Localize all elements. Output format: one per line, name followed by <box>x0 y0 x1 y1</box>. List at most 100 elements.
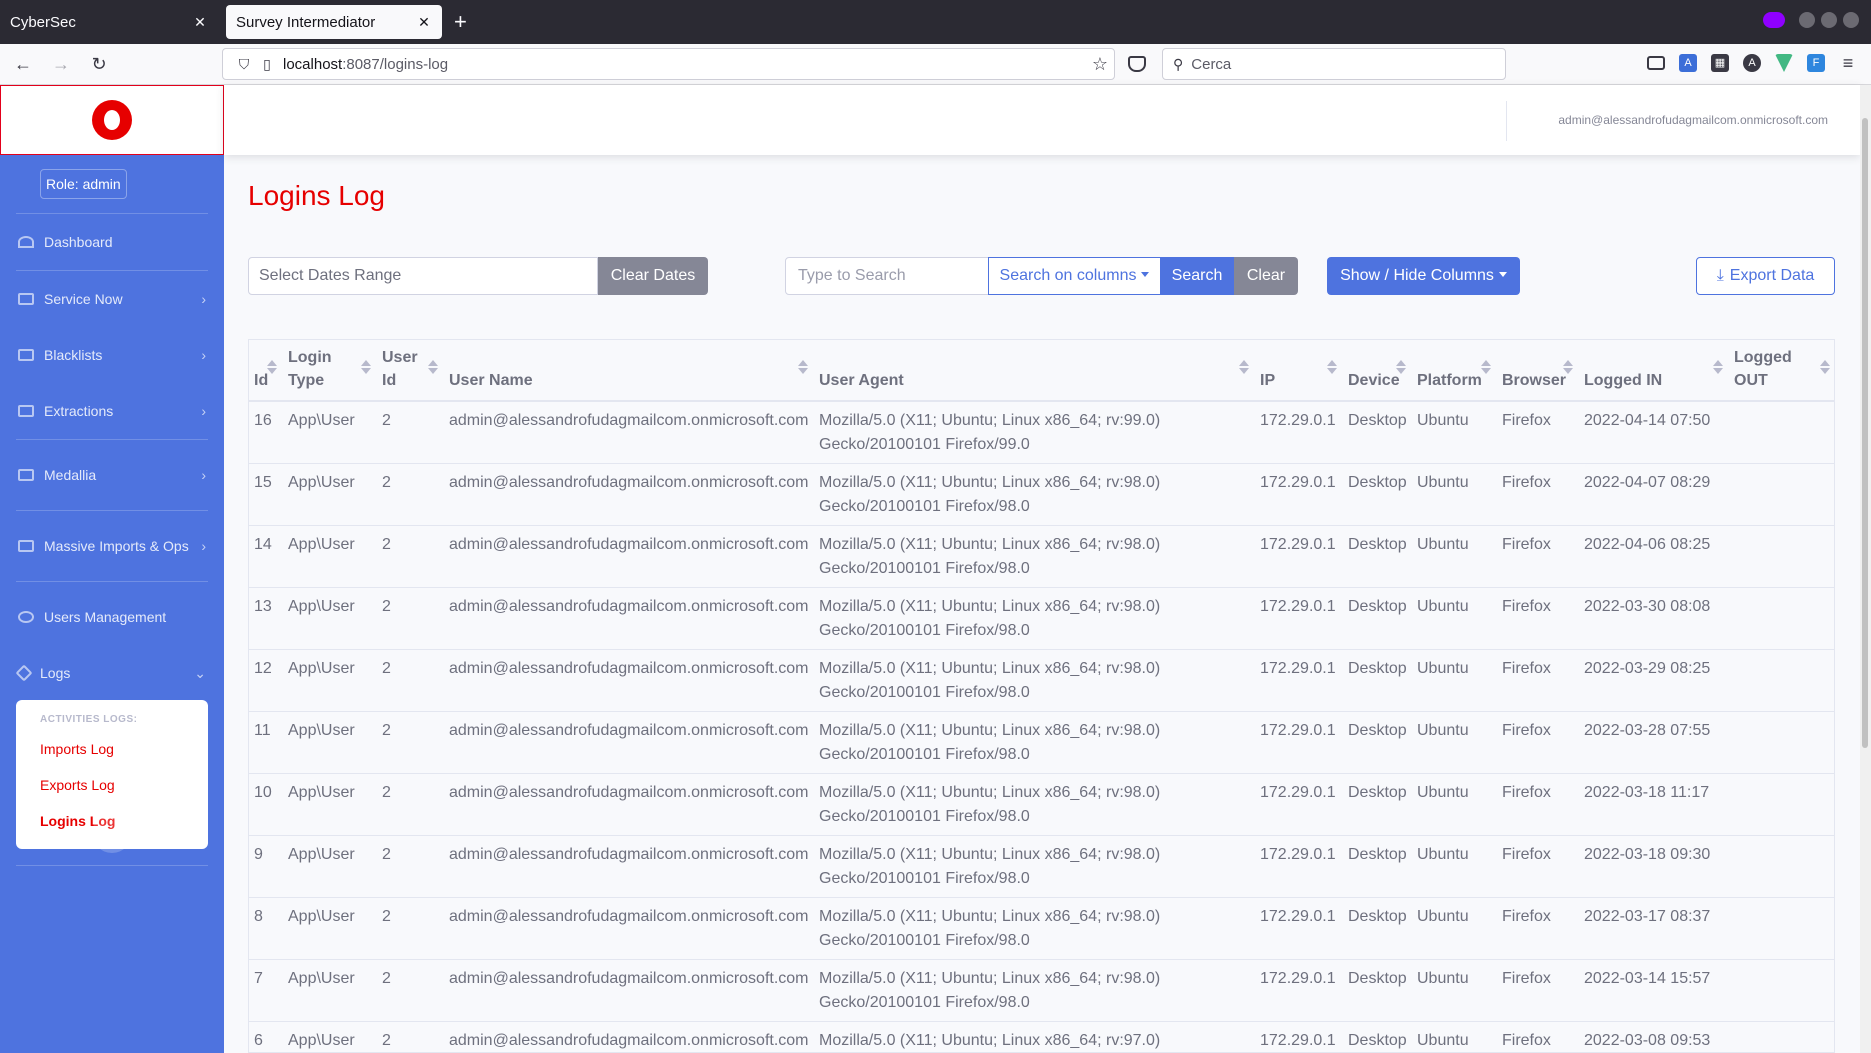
extension-f-icon[interactable]: F <box>1807 54 1825 72</box>
cell-user-id: 2 <box>377 773 444 836</box>
column-header-ip[interactable]: IP <box>1255 340 1343 402</box>
submenu-item-imports-log[interactable]: Imports Log <box>16 731 208 767</box>
clear-button[interactable]: Clear <box>1234 257 1298 295</box>
column-header-user-name[interactable]: User Name <box>444 340 814 402</box>
cell-logged-out <box>1729 897 1834 960</box>
table-row[interactable]: 7 App\User 2 admin@alessandrofudagmailcom.o… <box>249 959 1834 1022</box>
cell-browser: Firefox <box>1497 711 1579 774</box>
sidebar-item-label: Extractions <box>44 403 114 419</box>
close-window-button[interactable] <box>1843 12 1859 28</box>
column-header-browser[interactable]: Browser <box>1497 340 1579 402</box>
table-row[interactable]: 15 App\User 2 admin@alessandrofudagmailcom.… <box>249 463 1834 526</box>
cell-device: Desktop <box>1343 463 1412 526</box>
close-icon[interactable]: ✕ <box>192 14 208 31</box>
cell-user-agent: Mozilla/5.0 (X11; Ubuntu; Linux x86_64; … <box>814 587 1255 650</box>
cell-user-name: admin@alessandrofudagmailcom.onmicrosoft… <box>444 525 814 588</box>
url-bar[interactable]: ⛉ ▯ localhost:8087/logins-log ☆ <box>222 48 1115 80</box>
table-icon <box>18 405 34 417</box>
cell-browser: Firefox <box>1497 401 1579 464</box>
bookmark-star-icon[interactable]: ☆ <box>1092 54 1108 75</box>
sidebar-toggle-button[interactable]: ‹ <box>92 813 132 853</box>
column-header-user-agent[interactable]: User Agent <box>814 340 1255 402</box>
column-header-label: User Name <box>449 372 533 389</box>
submenu-item-exports-log[interactable]: Exports Log <box>16 767 208 803</box>
chevron-down-icon: ⌄ <box>194 664 206 681</box>
column-header-platform[interactable]: Platform <box>1412 340 1497 402</box>
brand-logo[interactable] <box>0 85 224 155</box>
cell-user-id: 2 <box>377 897 444 960</box>
show-hide-columns-dropdown[interactable]: Show / Hide Columns <box>1327 257 1520 295</box>
sidebar-item-extractions[interactable]: Extractions › <box>0 383 224 439</box>
table-row[interactable]: 8 App\User 2 admin@alessandrofudagmailcom.o… <box>249 897 1834 960</box>
cell-device: Desktop <box>1343 835 1412 898</box>
reader-view-icon[interactable] <box>1647 56 1665 70</box>
new-tab-icon[interactable]: + <box>442 0 479 44</box>
cell-id: 14 <box>249 525 283 588</box>
cell-login-type: App\User <box>283 959 377 1022</box>
cell-logged-out <box>1729 649 1834 712</box>
cell-login-type: App\User <box>283 463 377 526</box>
sort-icon <box>267 360 277 374</box>
page-title: Logins Log <box>248 180 386 211</box>
sidebar-item-logs[interactable]: Logs ⌄ <box>0 652 224 694</box>
maximize-button[interactable] <box>1821 12 1837 28</box>
sidebar-item-label: Dashboard <box>44 234 113 250</box>
shield-icon[interactable]: ⛉ <box>231 56 257 73</box>
sort-icon <box>428 360 438 374</box>
sidebar-item-massive-imports[interactable]: Massive Imports & Ops › <box>0 511 224 581</box>
back-arrow-icon[interactable]: ← <box>8 54 38 75</box>
user-email[interactable]: admin@alessandrofudagmailcom.onmicrosoft… <box>1558 113 1828 127</box>
table-row[interactable]: 11 App\User 2 admin@alessandrofudagmailcom.… <box>249 711 1834 774</box>
reload-icon[interactable]: ↻ <box>84 54 114 75</box>
search-button[interactable]: Search <box>1160 257 1234 295</box>
close-icon[interactable]: ✕ <box>416 14 432 31</box>
table-row[interactable]: 10 App\User 2 admin@alessandrofudagmailcom.… <box>249 773 1834 836</box>
menu-icon[interactable]: ≡ <box>1839 54 1857 72</box>
forward-arrow-icon[interactable]: → <box>46 54 76 75</box>
scrollbar-thumb[interactable] <box>1862 118 1868 748</box>
sidebar-item-users-management[interactable]: Users Management <box>0 582 224 652</box>
export-data-button[interactable]: ⤓ Export Data <box>1696 257 1835 295</box>
search-input[interactable]: Type to Search <box>785 257 989 295</box>
clear-dates-button[interactable]: Clear Dates <box>598 257 708 295</box>
sidebar-item-label: Users Management <box>44 609 167 625</box>
sidebar-item-medallia[interactable]: Medallia › <box>0 440 224 510</box>
cell-id: 10 <box>249 773 283 836</box>
column-header-label: IP <box>1260 372 1276 389</box>
column-header-logged-in[interactable]: Logged IN <box>1579 340 1729 402</box>
translate-icon[interactable]: A <box>1679 54 1697 72</box>
vue-devtools-icon[interactable] <box>1775 54 1793 72</box>
calendar-icon[interactable]: ▦ <box>1711 54 1729 72</box>
date-range-input[interactable]: Select Dates Range <box>248 257 598 295</box>
cell-user-agent: Mozilla/5.0 (X11; Ubuntu; Linux x86_64; … <box>814 835 1255 898</box>
cell-user-name: admin@alessandrofudagmailcom.onmicrosoft… <box>444 401 814 464</box>
column-header-logged-out[interactable]: Logged OUT <box>1729 340 1834 402</box>
minimize-button[interactable] <box>1799 12 1815 28</box>
table-row[interactable]: 14 App\User 2 admin@alessandrofudagmailcom.… <box>249 525 1834 588</box>
table-row[interactable]: 16 App\User 2 admin@alessandrofudagmailcom.… <box>249 401 1834 464</box>
cell-device: Desktop <box>1343 1021 1412 1052</box>
page-icon[interactable]: ▯ <box>257 56 277 73</box>
cell-login-type: App\User <box>283 897 377 960</box>
cell-ip: 172.29.0.1 <box>1255 463 1343 526</box>
pocket-icon[interactable] <box>1128 56 1146 72</box>
column-header-id[interactable]: Id <box>249 340 283 402</box>
cell-user-name: admin@alessandrofudagmailcom.onmicrosoft… <box>444 835 814 898</box>
column-header-user-id[interactable]: User Id <box>377 340 444 402</box>
table-row[interactable]: 9 App\User 2 admin@alessandrofudagmailcom.o… <box>249 835 1834 898</box>
column-header-device[interactable]: Device <box>1343 340 1412 402</box>
cell-platform: Ubuntu <box>1412 773 1497 836</box>
cell-id: 15 <box>249 463 283 526</box>
browser-tab-active[interactable]: Survey Intermediator ✕ <box>226 5 442 39</box>
column-header-login-type[interactable]: Login Type <box>283 340 377 402</box>
column-header-label: User Agent <box>819 372 904 389</box>
table-row[interactable]: 13 App\User 2 admin@alessandrofudagmailcom.… <box>249 587 1834 650</box>
table-row[interactable]: 12 App\User 2 admin@alessandrofudagmailcom.… <box>249 649 1834 712</box>
topbar: admin@alessandrofudagmailcom.onmicrosoft… <box>224 85 1860 155</box>
table-row[interactable]: 6 App\User 2 admin@alessandrofudagmailcom.o… <box>249 1021 1834 1052</box>
sidebar-item-blacklists[interactable]: Blacklists › <box>0 327 224 383</box>
search-on-columns-dropdown[interactable]: Search on columns <box>988 257 1161 295</box>
browser-tab[interactable]: CyberSec ✕ <box>0 5 218 39</box>
account-icon[interactable]: A <box>1743 54 1761 72</box>
browser-search-bar[interactable]: ⚲ Cerca <box>1162 48 1506 80</box>
